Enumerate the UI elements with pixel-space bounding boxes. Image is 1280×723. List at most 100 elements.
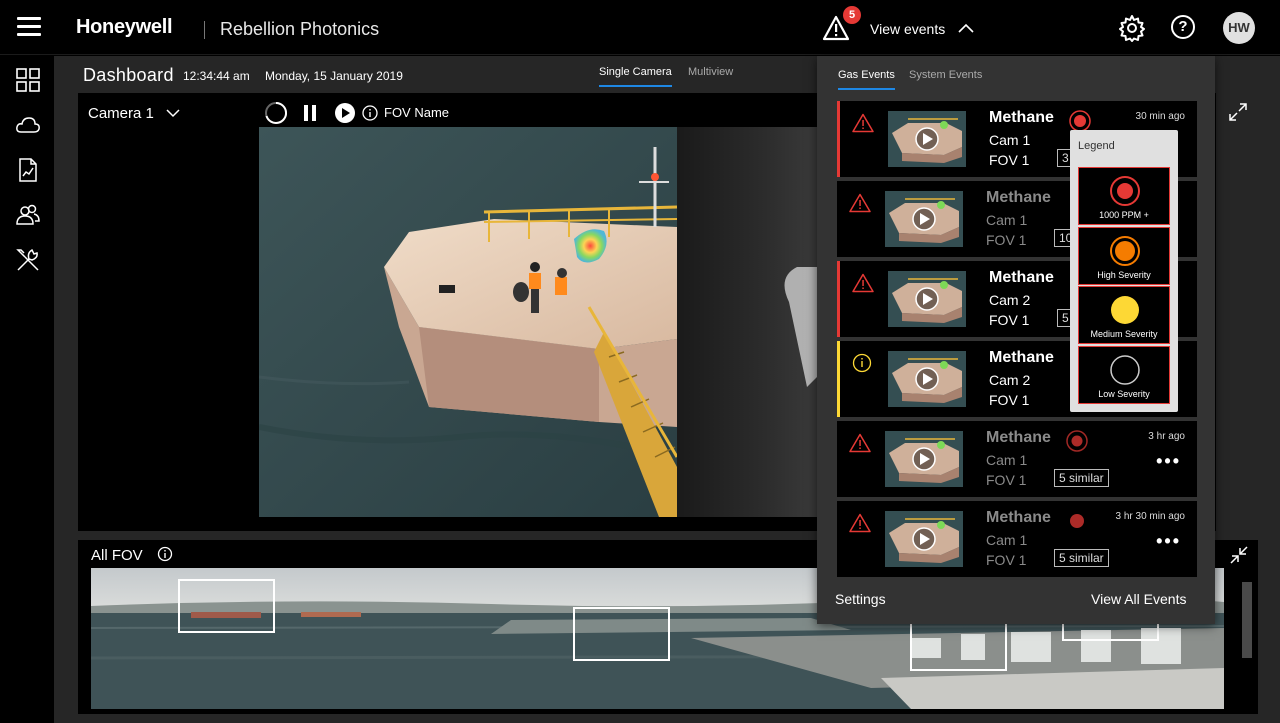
side-nav bbox=[0, 56, 54, 723]
event-camera: Cam 1 bbox=[986, 452, 1028, 468]
event-fov: FOV 1 bbox=[986, 472, 1027, 488]
warning-icon bbox=[852, 273, 874, 298]
event-thumbnail-image bbox=[885, 511, 963, 567]
tab-single-camera[interactable]: Single Camera bbox=[599, 66, 672, 87]
users-icon[interactable] bbox=[15, 202, 41, 228]
event-fov: FOV 1 bbox=[989, 392, 1030, 408]
collapse-icon[interactable] bbox=[1229, 545, 1249, 565]
view-events-button[interactable]: View events bbox=[870, 21, 945, 37]
more-options-icon[interactable]: ••• bbox=[1156, 531, 1181, 552]
avatar[interactable]: HW bbox=[1223, 12, 1255, 44]
event-thumbnail[interactable] bbox=[888, 351, 966, 407]
event-fov: FOV 1 bbox=[989, 152, 1030, 168]
loading-spinner-icon bbox=[265, 101, 288, 124]
severity-legend-icon bbox=[1110, 176, 1140, 206]
legend-title: Legend bbox=[1078, 140, 1115, 152]
alert-count-badge: 5 bbox=[843, 6, 861, 24]
event-fov: FOV 1 bbox=[986, 552, 1027, 568]
severity-indicator-icon bbox=[1066, 430, 1088, 452]
severity-indicator-icon bbox=[1070, 514, 1084, 528]
current-time: 12:34:44 am bbox=[183, 69, 250, 83]
event-thumbnail-image bbox=[885, 191, 963, 247]
report-icon[interactable] bbox=[15, 157, 41, 183]
all-fov-title: All FOV bbox=[91, 547, 143, 564]
event-gas: Methane bbox=[986, 189, 1051, 206]
event-fov: FOV 1 bbox=[986, 232, 1027, 248]
gear-icon[interactable] bbox=[1118, 14, 1146, 42]
event-gas: Methane bbox=[989, 109, 1054, 126]
tools-icon[interactable] bbox=[15, 247, 41, 273]
legend-item: Medium Severity bbox=[1078, 286, 1170, 344]
panorama-scrollbar[interactable] bbox=[1242, 582, 1252, 658]
event-thumbnail[interactable] bbox=[885, 191, 963, 247]
event-thumbnail-image bbox=[888, 271, 966, 327]
secondary-frame-image bbox=[784, 267, 817, 387]
tab-multiview[interactable]: Multiview bbox=[688, 66, 733, 85]
page-title: Dashboard bbox=[83, 65, 174, 85]
warning-icon bbox=[849, 513, 871, 538]
all-fov-label: All FOV bbox=[91, 546, 173, 564]
info-icon[interactable] bbox=[362, 105, 378, 121]
event-fov: FOV 1 bbox=[989, 312, 1030, 328]
settings-link[interactable]: Settings bbox=[835, 591, 886, 607]
event-thumbnail[interactable] bbox=[885, 511, 963, 567]
warning-icon bbox=[849, 193, 871, 218]
tab-system-events[interactable]: System Events bbox=[909, 69, 982, 88]
event-thumbnail[interactable] bbox=[888, 111, 966, 167]
warning-icon bbox=[849, 433, 871, 458]
severity-legend-icon bbox=[1111, 296, 1139, 324]
event-camera: Cam 1 bbox=[986, 532, 1028, 548]
chevron-up-icon[interactable] bbox=[958, 22, 974, 34]
legend-item: High Severity bbox=[1078, 227, 1170, 285]
play-icon[interactable] bbox=[334, 102, 356, 124]
info-icon[interactable] bbox=[157, 546, 173, 562]
grid-icon[interactable] bbox=[15, 67, 41, 93]
event-similar-count[interactable]: 5 similar bbox=[1054, 469, 1109, 487]
severity-legend-icon bbox=[1110, 355, 1140, 385]
event-thumbnail-image bbox=[885, 431, 963, 487]
brand-logo: Honeywell bbox=[76, 16, 173, 38]
event-time-ago: 30 min ago bbox=[1135, 111, 1185, 122]
menu-icon[interactable] bbox=[17, 17, 41, 37]
view-all-events-link[interactable]: View All Events bbox=[1091, 591, 1186, 607]
severity-legend-icon bbox=[1110, 236, 1140, 266]
event-similar-count[interactable]: 5 similar bbox=[1054, 549, 1109, 567]
legend-item-label: Low Severity bbox=[1098, 389, 1150, 399]
chevron-down-icon[interactable] bbox=[166, 108, 180, 118]
expand-icon[interactable] bbox=[1228, 102, 1248, 122]
secondary-video-feed[interactable] bbox=[677, 127, 817, 517]
event-thumbnail[interactable] bbox=[888, 271, 966, 327]
camera-select-value: Camera 1 bbox=[88, 105, 154, 122]
event-gas: Methane bbox=[986, 429, 1051, 446]
event-thumbnail-image bbox=[888, 111, 966, 167]
help-icon[interactable]: ? bbox=[1171, 15, 1195, 39]
tab-gas-events[interactable]: Gas Events bbox=[838, 69, 895, 90]
event-gas: Methane bbox=[989, 269, 1054, 286]
camera-video-feed[interactable] bbox=[259, 127, 677, 517]
event-gas: Methane bbox=[989, 349, 1054, 366]
camera-select[interactable]: Camera 1 bbox=[88, 105, 180, 122]
legend-item-label: High Severity bbox=[1097, 270, 1151, 280]
legend-item: Low Severity bbox=[1078, 346, 1170, 404]
event-time-ago: 3 hr ago bbox=[1148, 431, 1185, 442]
event-gas: Methane bbox=[986, 509, 1051, 526]
current-date: Monday, 15 January 2019 bbox=[265, 69, 403, 83]
product-name: Rebellion Photonics bbox=[220, 19, 380, 39]
legend-item-label: 1000 PPM + bbox=[1099, 210, 1149, 220]
warning-icon bbox=[852, 113, 874, 138]
cloud-icon[interactable] bbox=[15, 112, 41, 138]
event-thumbnail-image bbox=[888, 351, 966, 407]
event-camera: Cam 2 bbox=[989, 372, 1031, 388]
event-card[interactable]: Methane Cam 1 FOV 1 3 hr ago 5 similar ••• bbox=[837, 421, 1197, 497]
info-icon bbox=[852, 353, 872, 378]
video-frame-image bbox=[259, 127, 677, 517]
pause-icon[interactable] bbox=[302, 104, 318, 122]
event-camera: Cam 1 bbox=[989, 132, 1031, 148]
event-card[interactable]: Methane Cam 1 FOV 1 3 hr 30 min ago 5 simila… bbox=[837, 501, 1197, 577]
event-time-ago: 3 hr 30 min ago bbox=[1115, 511, 1186, 522]
more-options-icon[interactable]: ••• bbox=[1156, 451, 1181, 472]
fov-name: FOV Name bbox=[384, 105, 450, 120]
event-thumbnail[interactable] bbox=[885, 431, 963, 487]
event-camera: Cam 1 bbox=[986, 212, 1028, 228]
top-bar: Honeywell Rebellion Photonics 5 View eve… bbox=[0, 0, 1280, 55]
